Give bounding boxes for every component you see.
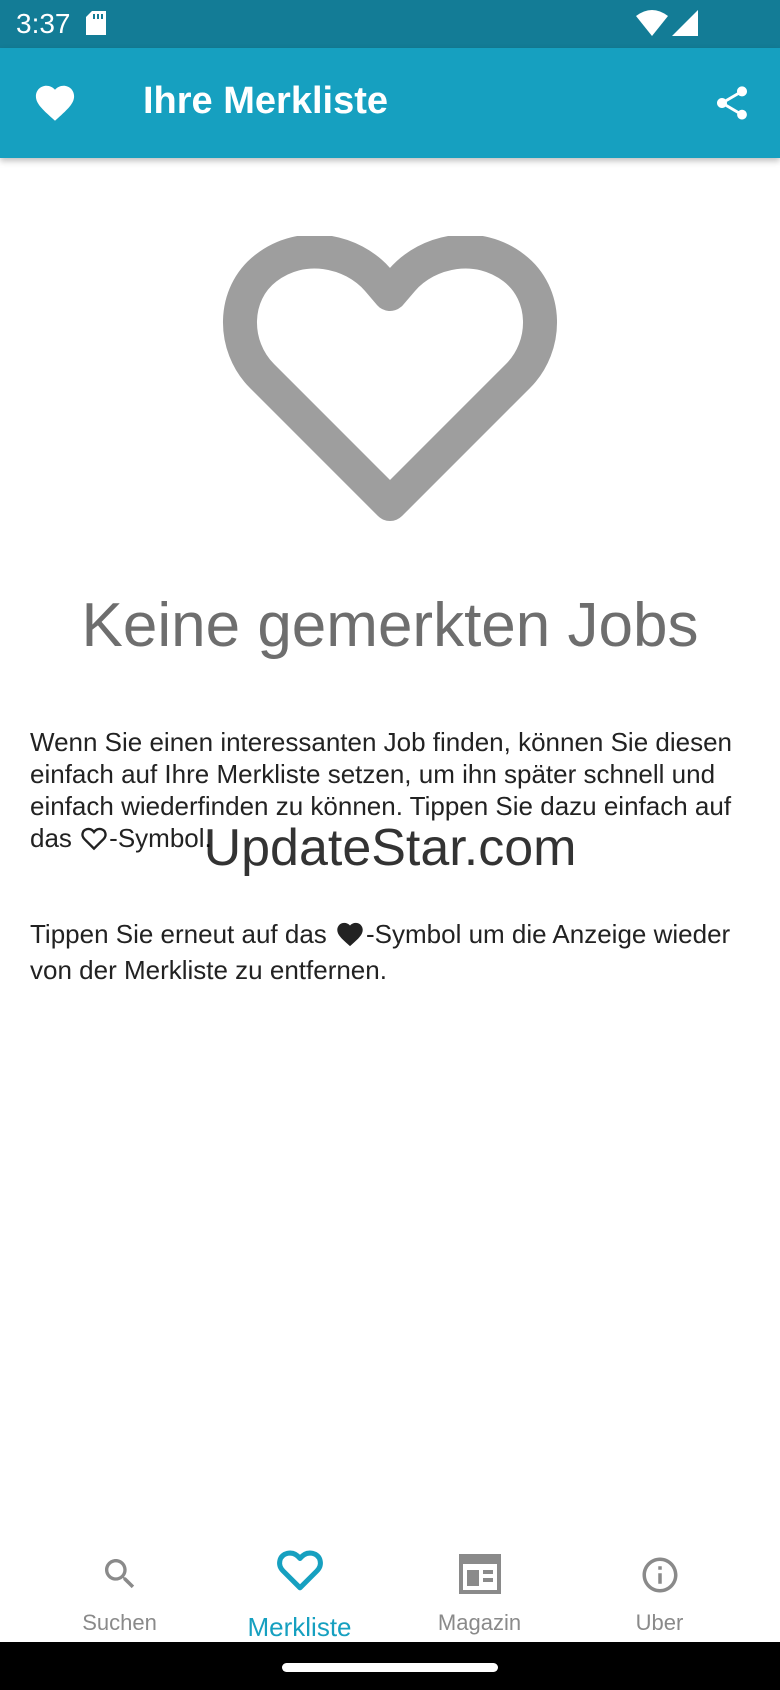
info-icon: [562, 1554, 757, 1601]
page-title: Ihre Merkliste: [143, 80, 388, 122]
empty-state-title: Keine gemerkten Jobs: [81, 591, 699, 660]
signal-icon: [672, 10, 698, 41]
status-time: 3:37: [16, 8, 71, 39]
nav-label: Magazin: [437, 1610, 522, 1635]
heart-icon: [32, 80, 78, 127]
app-bar: Ihre Merkliste: [0, 48, 780, 158]
nav-label: Merkliste: [247, 1612, 352, 1642]
instructions-text-end: -Symbol.: [109, 823, 212, 853]
heart-filled-icon: [334, 919, 366, 954]
share-icon[interactable]: [712, 82, 752, 129]
empty-state-remove-hint: Tippen Sie erneut auf das -Symbol um die…: [30, 918, 750, 986]
empty-state-instructions: Wenn Sie einen interessanten Job finden,…: [30, 726, 750, 858]
search-icon: [22, 1554, 217, 1599]
bottom-navigation: Suchen Merkliste Magazin Uber: [0, 1530, 780, 1642]
nav-item-merkliste[interactable]: Merkliste: [202, 1530, 397, 1642]
heart-outline-icon: [202, 1546, 397, 1597]
heart-outline-icon: [79, 825, 109, 858]
sd-card-icon: [86, 11, 106, 40]
nav-item-magazin[interactable]: Magazin: [382, 1530, 577, 1642]
heart-outline-icon: [222, 234, 558, 537]
remove-hint-text-start: Tippen Sie erneut auf das: [30, 919, 335, 949]
status-bar: 3:37: [0, 0, 780, 48]
wifi-icon: [636, 10, 668, 41]
home-gesture-handle[interactable]: [282, 1663, 498, 1672]
nav-item-suchen[interactable]: Suchen: [22, 1530, 217, 1642]
nav-label: Suchen: [82, 1610, 157, 1635]
system-navigation-bar: [0, 1642, 780, 1690]
nav-label: Uber: [635, 1610, 684, 1635]
newspaper-icon: [382, 1554, 577, 1599]
nav-item-uber[interactable]: Uber: [562, 1530, 757, 1642]
